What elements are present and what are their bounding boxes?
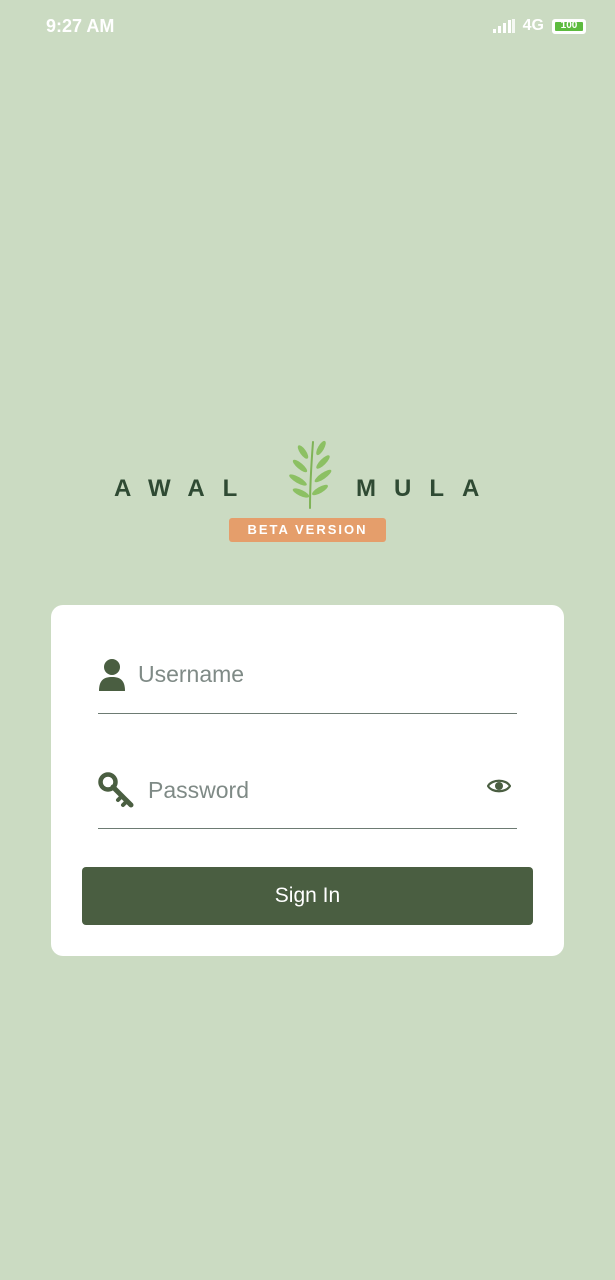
- username-input[interactable]: [138, 659, 498, 689]
- network-type: 4G: [522, 17, 544, 34]
- beta-badge: BETA VERSION: [229, 518, 386, 542]
- signal-icon: [492, 19, 515, 33]
- username-field: [98, 655, 517, 714]
- status-bar: 9:27 AM 4G 100: [0, 0, 615, 56]
- eye-icon[interactable]: [487, 777, 511, 795]
- password-input[interactable]: [148, 775, 468, 805]
- status-time: 9:27 AM: [46, 16, 115, 36]
- logo-word-right: MULA: [356, 475, 498, 502]
- sign-in-button[interactable]: Sign In: [82, 867, 533, 925]
- logo-word-left: AWAL: [114, 475, 256, 502]
- login-card: Sign In: [51, 605, 564, 956]
- app-logo: AWAL MULA BETA VERSION: [0, 430, 615, 560]
- battery-level: 100: [560, 19, 578, 31]
- status-icons: 4G 100: [492, 17, 586, 35]
- battery-icon: 100: [552, 18, 586, 34]
- leaf-sprig-icon: [289, 440, 332, 509]
- key-icon: [98, 772, 134, 808]
- password-field: [98, 771, 517, 829]
- user-icon: [99, 659, 125, 691]
